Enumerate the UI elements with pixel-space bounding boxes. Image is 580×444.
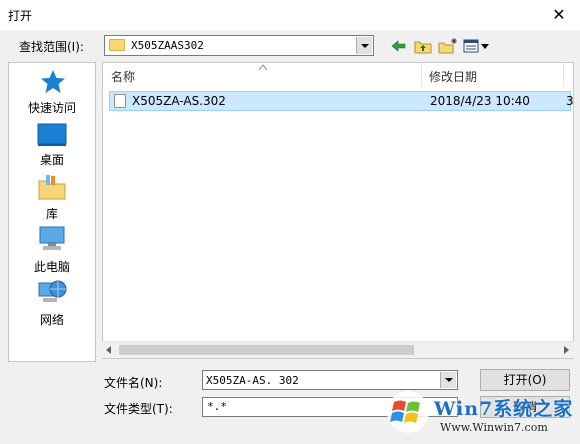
file-list: 名称 修改日期 X505ZA-AS.302 2018/4/23 10:40 3 [102, 62, 574, 359]
window-title: 打开 [8, 9, 33, 23]
file-name-input[interactable] [203, 371, 441, 389]
folder-icon [109, 39, 125, 51]
sidebar-item-desktop[interactable]: 桌面 [9, 121, 95, 173]
file-name-cell: X505ZA-AS.302 [132, 94, 226, 108]
dropdown-button[interactable] [356, 37, 372, 54]
chevron-down-icon [445, 378, 453, 382]
sidebar-item-label: 快速访问 [27, 101, 76, 115]
column-header-name[interactable]: 名称 [111, 68, 135, 85]
scrollbar-thumb[interactable] [119, 345, 414, 355]
desktop-icon [37, 123, 67, 146]
sort-ascending-icon [259, 64, 267, 70]
look-in-dropdown[interactable]: X505ZAAS302 [104, 35, 374, 56]
watermark: Win7系统之家 Www.Winwin7.com [382, 388, 580, 444]
horizontal-scrollbar[interactable] [102, 341, 574, 358]
new-folder-icon[interactable] [437, 37, 459, 55]
file-name-combo[interactable] [202, 370, 458, 390]
quick-access-star-icon [41, 70, 65, 93]
look-in-value: X505ZAAS302 [131, 39, 204, 52]
close-button[interactable]: ✕ [546, 3, 572, 27]
sidebar-item-this-pc[interactable]: 此电脑 [9, 225, 95, 277]
table-row[interactable]: X505ZA-AS.302 2018/4/23 10:40 3 [109, 91, 574, 111]
library-icon [38, 175, 66, 200]
sidebar-item-label: 桌面 [39, 153, 64, 167]
windows-logo-icon [387, 391, 429, 433]
file-type-label: 文件类型(T): [104, 402, 173, 416]
column-header-modified[interactable]: 修改日期 [429, 68, 477, 85]
scroll-right-icon[interactable] [564, 346, 569, 354]
back-arrow-icon[interactable] [390, 37, 408, 55]
sidebar-item-quick-access[interactable]: 快速访问 [9, 67, 95, 119]
file-type-value: *.* [207, 400, 227, 413]
file-name-label: 文件名(N): [104, 376, 163, 390]
file-date-cell: 2018/4/23 10:40 [430, 94, 530, 108]
column-divider[interactable] [563, 63, 564, 87]
file-overflow-cell: 3 [566, 94, 574, 108]
sidebar-item-library[interactable]: 库 [9, 173, 95, 225]
network-icon [38, 280, 67, 302]
column-divider[interactable] [421, 63, 422, 87]
watermark-url: Www.Winwin7.com [440, 421, 548, 434]
chevron-down-icon [361, 44, 369, 48]
watermark-brand: Win7系统之家 [434, 398, 574, 420]
scroll-left-icon[interactable] [106, 346, 111, 354]
places-sidebar: 快速访问 桌面 库 此电脑 网络 [8, 62, 96, 362]
view-menu-icon[interactable] [462, 37, 492, 55]
sidebar-item-label: 此电脑 [33, 260, 70, 274]
computer-icon [39, 226, 65, 250]
file-icon [114, 94, 126, 108]
up-folder-icon[interactable] [413, 37, 433, 55]
sidebar-item-label: 网络 [39, 313, 64, 327]
sidebar-item-label: 库 [45, 207, 58, 221]
dropdown-button[interactable] [440, 372, 456, 388]
title-bar: 打开 ✕ [0, 0, 580, 30]
look-in-label: 查找范围(I): [19, 40, 84, 54]
sidebar-item-network[interactable]: 网络 [9, 277, 95, 333]
